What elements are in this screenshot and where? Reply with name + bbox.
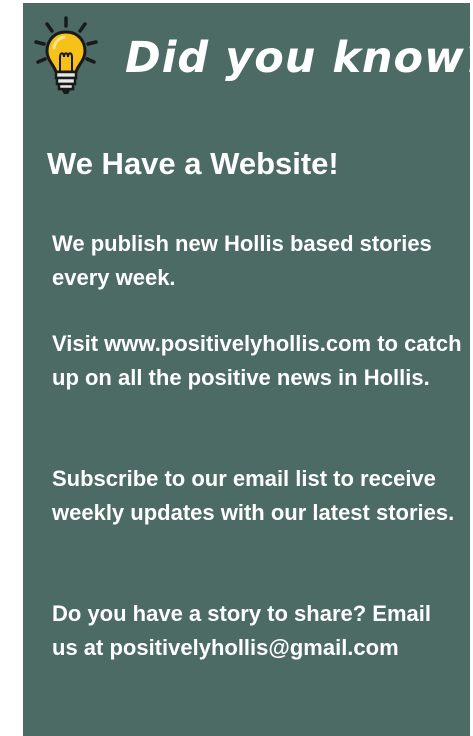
paragraph-weekly-stories: We publish new Hollis based stories ever… [52,231,432,290]
info-card: Did you know? We Have a Website! We publ… [23,3,470,736]
paragraph-visit-website: Visit www.positivelyhollis.com to catch … [52,331,462,390]
paragraph-share-story: Do you have a story to share? Email us a… [52,601,432,660]
lightbulb-icon [34,16,98,94]
paragraph-subscribe: Subscribe to our email list to receive w… [52,466,455,525]
page-title: We Have a Website! [47,146,339,181]
did-you-know-headline: Did you know? [125,33,470,83]
